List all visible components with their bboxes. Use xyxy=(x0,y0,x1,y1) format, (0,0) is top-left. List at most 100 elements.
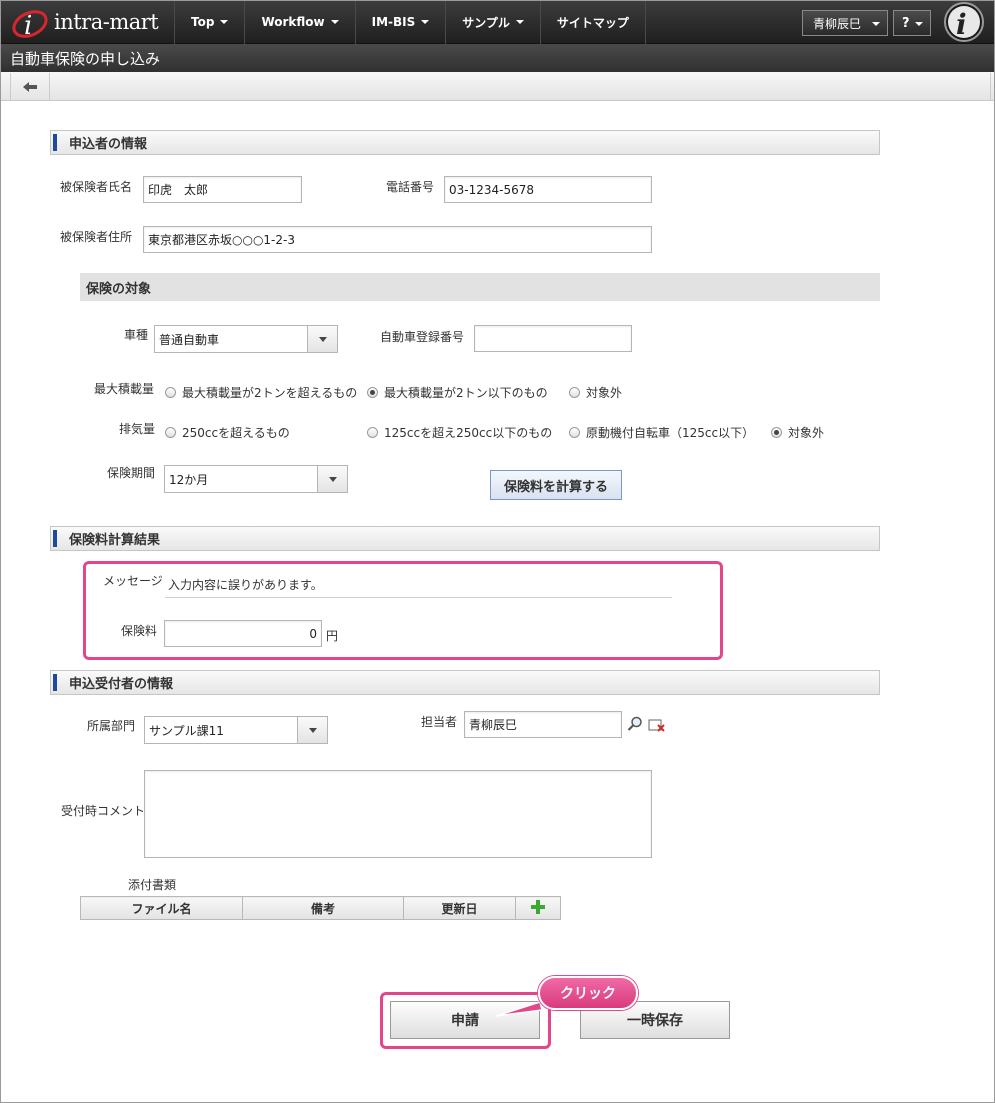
nav-sitemap[interactable]: サイトマップ xyxy=(541,0,646,44)
department-label: 所属部門 xyxy=(87,719,136,733)
displacement-label: 排気量 xyxy=(119,422,156,436)
radio-checked-icon xyxy=(771,427,782,438)
nav-sample-label: サンプル xyxy=(462,15,510,30)
insured-address-label: 被保険者住所 xyxy=(60,230,133,244)
toolbar xyxy=(0,72,995,101)
insurance-period-label: 保険期間 xyxy=(107,466,156,480)
calculate-premium-button[interactable]: 保険料を計算する xyxy=(490,470,622,500)
nav-im-bis[interactable]: IM-BIS xyxy=(356,0,447,44)
svg-text:i: i xyxy=(956,8,967,41)
column-remarks: 備考 xyxy=(242,896,404,920)
insured-name-input[interactable]: 印虎 太郎 xyxy=(143,176,302,203)
search-icon[interactable] xyxy=(627,716,643,732)
radio-icon xyxy=(165,427,176,438)
person-in-charge-label: 担当者 xyxy=(421,715,458,729)
chevron-down-icon xyxy=(330,20,339,24)
chevron-down-icon xyxy=(915,22,923,26)
attachments-header-row: ファイル名 備考 更新日 xyxy=(80,896,561,920)
displacement-radio-moped[interactable]: 原動機付自転車（125cc以下） xyxy=(569,424,754,441)
car-type-value: 普通自動車 xyxy=(159,332,220,347)
insured-address-input[interactable]: 東京都港区赤坂○○○1-2-3 xyxy=(143,226,652,253)
click-callout: クリック xyxy=(538,976,638,1010)
user-menu-button[interactable]: 青柳辰巳 xyxy=(802,10,888,36)
nav-top[interactable]: Top xyxy=(175,0,246,44)
attachments-table: ファイル名 備考 更新日 xyxy=(80,896,561,920)
displacement-radio-125-250[interactable]: 125ccを超え250cc以下のもの xyxy=(367,424,552,441)
radio-checked-icon xyxy=(367,387,378,398)
back-button[interactable] xyxy=(10,73,50,100)
plus-icon xyxy=(531,899,545,914)
car-type-label: 車種 xyxy=(124,328,149,342)
nav-sample[interactable]: サンプル xyxy=(446,0,541,44)
logo-i-icon: i xyxy=(12,10,48,40)
department-select[interactable]: サンプル課11 xyxy=(144,716,328,744)
chevron-down-icon xyxy=(317,466,347,492)
chevron-down-icon xyxy=(307,326,337,352)
message-underline xyxy=(165,597,672,598)
radio-icon xyxy=(165,387,176,398)
chevron-down-icon xyxy=(220,20,229,24)
radio-label: 125ccを超え250cc以下のもの xyxy=(384,426,553,440)
comment-textarea[interactable] xyxy=(144,770,652,858)
radio-label: 対象外 xyxy=(788,426,825,440)
toolbar-divider xyxy=(990,73,991,100)
radio-label: 原動機付自転車（125cc以下） xyxy=(586,426,755,440)
nav-workflow[interactable]: Workflow xyxy=(245,0,356,44)
chevron-down-icon xyxy=(872,22,880,26)
phone-label: 電話番号 xyxy=(386,180,435,194)
main-nav: Top Workflow IM-BIS サンプル サイトマップ xyxy=(174,0,646,44)
top-navigation-bar: i intra-mart Top Workflow IM-BIS サンプル サイ… xyxy=(0,0,995,44)
logo-text: intra-mart xyxy=(54,10,159,34)
max-load-radio-under-2t[interactable]: 最大積載量が2トン以下のもの xyxy=(367,384,548,401)
premium-amount-field: 0 xyxy=(164,620,322,647)
arrow-left-icon xyxy=(23,81,37,92)
max-load-label: 最大積載量 xyxy=(94,382,155,396)
column-file-name: ファイル名 xyxy=(80,896,243,920)
premium-label: 保険料 xyxy=(121,624,158,638)
phone-input[interactable]: 03-1234-5678 xyxy=(444,176,652,203)
info-i-icon[interactable]: i xyxy=(942,1,986,43)
nav-workflow-label: Workflow xyxy=(261,15,325,29)
comment-label: 受付時コメント xyxy=(61,804,146,818)
intra-mart-logo[interactable]: i intra-mart xyxy=(10,4,160,40)
radio-icon xyxy=(569,427,580,438)
nav-sitemap-label: サイトマップ xyxy=(556,15,629,30)
insurance-period-select[interactable]: 12か月 xyxy=(164,465,348,493)
nav-im-bis-label: IM-BIS xyxy=(371,15,416,29)
displacement-radio-over-250[interactable]: 250ccを超えるもの xyxy=(165,424,290,441)
insurance-period-value: 12か月 xyxy=(169,472,209,487)
message-label: メッセージ xyxy=(103,574,163,588)
section-insurance-target: 保険の対象 xyxy=(80,273,880,301)
radio-icon xyxy=(569,387,580,398)
department-value: サンプル課11 xyxy=(149,723,224,738)
person-in-charge-input[interactable]: 青柳辰巳 xyxy=(464,711,622,738)
max-load-radio-over-2t[interactable]: 最大積載量が2トンを超えるもの xyxy=(165,384,357,401)
premium-unit: 円 xyxy=(326,629,339,643)
section-receiver: 申込受付者の情報 xyxy=(50,670,880,695)
help-menu-button[interactable]: ? xyxy=(893,10,931,36)
column-updated-date: 更新日 xyxy=(403,896,516,920)
user-name: 青柳辰巳 xyxy=(813,16,862,31)
radio-label: 250ccを超えるもの xyxy=(182,426,290,440)
car-type-select[interactable]: 普通自動車 xyxy=(154,325,338,353)
radio-icon xyxy=(367,427,378,438)
chevron-down-icon xyxy=(515,20,524,24)
chevron-down-icon xyxy=(297,717,327,743)
attachments-label: 添付書類 xyxy=(128,878,177,892)
clear-icon[interactable] xyxy=(648,718,666,734)
message-text: 入力内容に誤りがあります。 xyxy=(168,578,323,592)
chevron-down-icon xyxy=(421,20,430,24)
registration-number-input[interactable] xyxy=(474,325,632,352)
registration-number-label: 自動車登録番号 xyxy=(380,330,465,344)
max-load-radio-na[interactable]: 対象外 xyxy=(569,384,622,401)
insured-name-label: 被保険者氏名 xyxy=(60,180,133,194)
radio-label: 最大積載量が2トン以下のもの xyxy=(384,386,548,400)
radio-label: 対象外 xyxy=(586,386,623,400)
help-label: ? xyxy=(902,15,910,31)
add-attachment-button[interactable] xyxy=(515,896,561,920)
section-result: 保険料計算結果 xyxy=(50,526,880,551)
section-applicant: 申込者の情報 xyxy=(50,130,880,155)
displacement-radio-na[interactable]: 対象外 xyxy=(771,424,824,441)
radio-label: 最大積載量が2トンを超えるもの xyxy=(182,386,358,400)
window-frame xyxy=(0,0,995,1103)
